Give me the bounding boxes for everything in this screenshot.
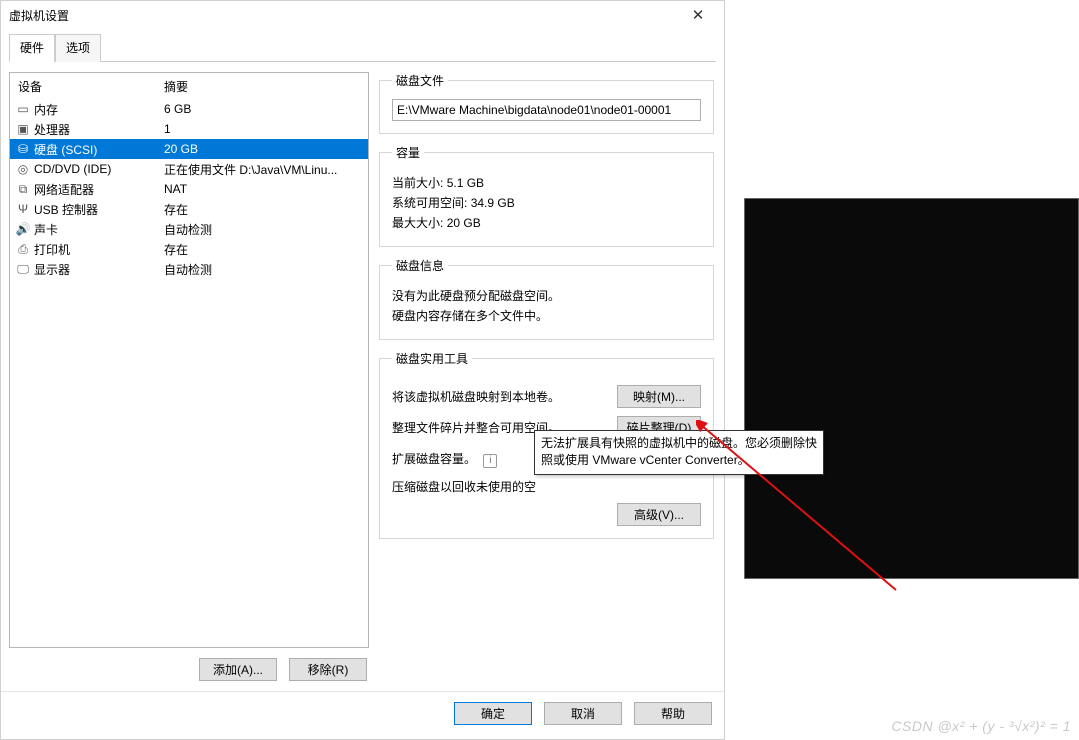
hardware-list[interactable]: 设备 摘要 ▭ 内存 6 GB ▣ 处理器 1 ⛁ 硬盘 (SCSI) 20 GB ◎… <box>9 72 369 648</box>
row-summary: 存在 <box>164 201 364 218</box>
list-row-memory[interactable]: ▭ 内存 6 GB <box>10 99 368 119</box>
list-row-printer[interactable]: ⎙ 打印机 存在 <box>10 239 368 259</box>
row-summary: 正在使用文件 D:\Java\VM\Linu... <box>164 161 364 178</box>
row-label: USB 控制器 <box>34 201 98 218</box>
free-space-value: 34.9 GB <box>471 196 515 210</box>
disk-file-path[interactable] <box>392 99 701 121</box>
list-header: 设备 摘要 <box>10 73 368 99</box>
list-row-usb[interactable]: Ψ USB 控制器 存在 <box>10 199 368 219</box>
cd-icon: ◎ <box>16 163 30 175</box>
map-button[interactable]: 映射(M)... <box>617 385 701 408</box>
row-summary: 存在 <box>164 241 364 258</box>
max-size-value: 20 GB <box>447 216 481 230</box>
row-summary: NAT <box>164 182 364 196</box>
usb-icon: Ψ <box>16 203 30 215</box>
cpu-icon: ▣ <box>16 123 30 135</box>
list-row-sound[interactable]: 🔊 声卡 自动检测 <box>10 219 368 239</box>
list-row-cpu[interactable]: ▣ 处理器 1 <box>10 119 368 139</box>
capacity-legend: 容量 <box>392 144 424 161</box>
hdd-icon: ⛁ <box>16 143 30 155</box>
compact-text: 压缩磁盘以回收未使用的空 <box>392 478 701 495</box>
header-summary: 摘要 <box>164 78 364 95</box>
expand-disabled-tooltip: 无法扩展具有快照的虚拟机中的磁盘。您必须删除快照或使用 VMware vCent… <box>534 430 824 475</box>
hardware-list-panel: 设备 摘要 ▭ 内存 6 GB ▣ 处理器 1 ⛁ 硬盘 (SCSI) 20 GB ◎… <box>9 72 369 691</box>
add-hardware-button[interactable]: 添加(A)... <box>199 658 277 681</box>
nic-icon: ⧉ <box>16 183 30 195</box>
utilities-legend: 磁盘实用工具 <box>392 350 472 367</box>
list-row-display[interactable]: 🖵 显示器 自动检测 <box>10 259 368 279</box>
max-size-label: 最大大小: <box>392 216 443 230</box>
row-summary: 20 GB <box>164 142 364 156</box>
close-button[interactable]: ✕ <box>678 4 718 26</box>
details-panel: 磁盘文件 容量 当前大小: 5.1 GB 系统可用空间: 34.9 GB 最大大… <box>379 72 716 691</box>
tabs: 硬件 选项 <box>9 29 716 62</box>
row-summary: 自动检测 <box>164 221 364 238</box>
list-row-cddvd[interactable]: ◎ CD/DVD (IDE) 正在使用文件 D:\Java\VM\Linu... <box>10 159 368 179</box>
help-button[interactable]: 帮助 <box>634 702 712 725</box>
ok-button[interactable]: 确定 <box>454 702 532 725</box>
row-summary: 自动检测 <box>164 261 364 278</box>
row-label: 硬盘 (SCSI) <box>34 141 97 158</box>
current-size-value: 5.1 GB <box>447 176 484 190</box>
watermark: CSDN @x² + (y - ³√x²)² = 1 <box>891 718 1071 734</box>
list-row-nic[interactable]: ⧉ 网络适配器 NAT <box>10 179 368 199</box>
map-text: 将该虚拟机磁盘映射到本地卷。 <box>392 388 609 405</box>
row-label: 内存 <box>34 101 58 118</box>
tab-hardware[interactable]: 硬件 <box>9 34 55 62</box>
capacity-group: 容量 当前大小: 5.1 GB 系统可用空间: 34.9 GB 最大大小: 20… <box>379 144 714 247</box>
row-label: 打印机 <box>34 241 70 258</box>
vm-settings-dialog: 虚拟机设置 ✕ 硬件 选项 设备 摘要 ▭ 内存 6 GB ▣ 处理器 1 <box>0 0 725 740</box>
sound-icon: 🔊 <box>16 223 30 235</box>
row-summary: 1 <box>164 122 364 136</box>
header-device: 设备 <box>14 78 164 95</box>
display-icon: 🖵 <box>16 263 30 275</box>
list-row-hdd[interactable]: ⛁ 硬盘 (SCSI) 20 GB <box>10 139 368 159</box>
info-icon: i <box>483 454 497 468</box>
cancel-button[interactable]: 取消 <box>544 702 622 725</box>
dialog-button-bar: 确定 取消 帮助 <box>1 691 724 739</box>
disk-file-group: 磁盘文件 <box>379 72 714 134</box>
advanced-button[interactable]: 高级(V)... <box>617 503 701 526</box>
row-label: 显示器 <box>34 261 70 278</box>
disk-info-legend: 磁盘信息 <box>392 257 448 274</box>
current-size-label: 当前大小: <box>392 176 443 190</box>
disk-file-legend: 磁盘文件 <box>392 72 448 89</box>
tab-options[interactable]: 选项 <box>55 34 101 62</box>
remove-hardware-button[interactable]: 移除(R) <box>289 658 367 681</box>
close-icon: ✕ <box>692 6 705 24</box>
disk-info-line1: 没有为此硬盘预分配磁盘空间。 <box>392 287 701 304</box>
row-label: 网络适配器 <box>34 181 94 198</box>
printer-icon: ⎙ <box>16 243 30 255</box>
free-space-label: 系统可用空间: <box>392 196 467 210</box>
titlebar: 虚拟机设置 ✕ <box>1 1 724 29</box>
memory-icon: ▭ <box>16 103 30 115</box>
disk-info-line2: 硬盘内容存储在多个文件中。 <box>392 307 701 324</box>
row-label: CD/DVD (IDE) <box>34 162 111 176</box>
disk-info-group: 磁盘信息 没有为此硬盘预分配磁盘空间。 硬盘内容存储在多个文件中。 <box>379 257 714 340</box>
background-preview <box>744 198 1079 579</box>
row-label: 处理器 <box>34 121 70 138</box>
row-summary: 6 GB <box>164 102 364 116</box>
dialog-title: 虚拟机设置 <box>9 7 678 24</box>
row-label: 声卡 <box>34 221 58 238</box>
